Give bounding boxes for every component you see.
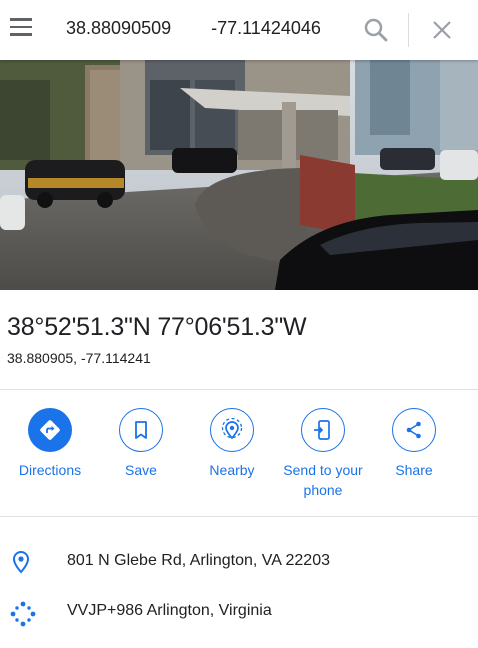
address-row[interactable]: 801 N Glebe Rd, Arlington, VA 22203 [0,547,478,577]
address-text: 801 N Glebe Rd, Arlington, VA 22203 [67,552,330,569]
nearby-icon [210,408,254,452]
divider [0,516,478,517]
menu-icon[interactable] [10,18,34,42]
save-label: Save [125,462,157,478]
street-view-photo[interactable] [0,60,478,290]
location-pin-icon [8,549,34,575]
place-title: 38°52'51.3"N 77°06'51.3"W [7,313,307,341]
plus-code-row[interactable]: VVJP+986 Arlington, Virginia [0,597,478,627]
close-icon[interactable] [430,18,454,42]
search-bar: 38.88090509 -77.11424046 [0,0,478,60]
directions-label: Directions [18,462,82,478]
share-button[interactable]: Share [368,408,460,480]
share-label: Share [395,462,433,478]
nearby-button[interactable]: Nearby [186,408,278,480]
plus-code-text: VVJP+986 Arlington, Virginia [67,602,272,619]
place-subtitle: 38.880905, -77.114241 [7,350,151,366]
send-to-phone-label: Send to your phone [283,462,363,498]
plus-code-icon [8,599,36,627]
divider [0,389,478,390]
send-to-phone-icon [301,408,345,452]
directions-button[interactable]: Directions [4,408,96,480]
search-divider [408,13,409,47]
send-to-phone-button[interactable]: Send to your phone [277,408,369,500]
search-input[interactable]: 38.88090509 -77.11424046 [66,18,321,39]
directions-icon [28,408,72,452]
bookmark-icon [119,408,163,452]
share-icon [392,408,436,452]
search-icon[interactable] [362,16,390,44]
nearby-label: Nearby [209,462,255,478]
save-button[interactable]: Save [95,408,187,480]
